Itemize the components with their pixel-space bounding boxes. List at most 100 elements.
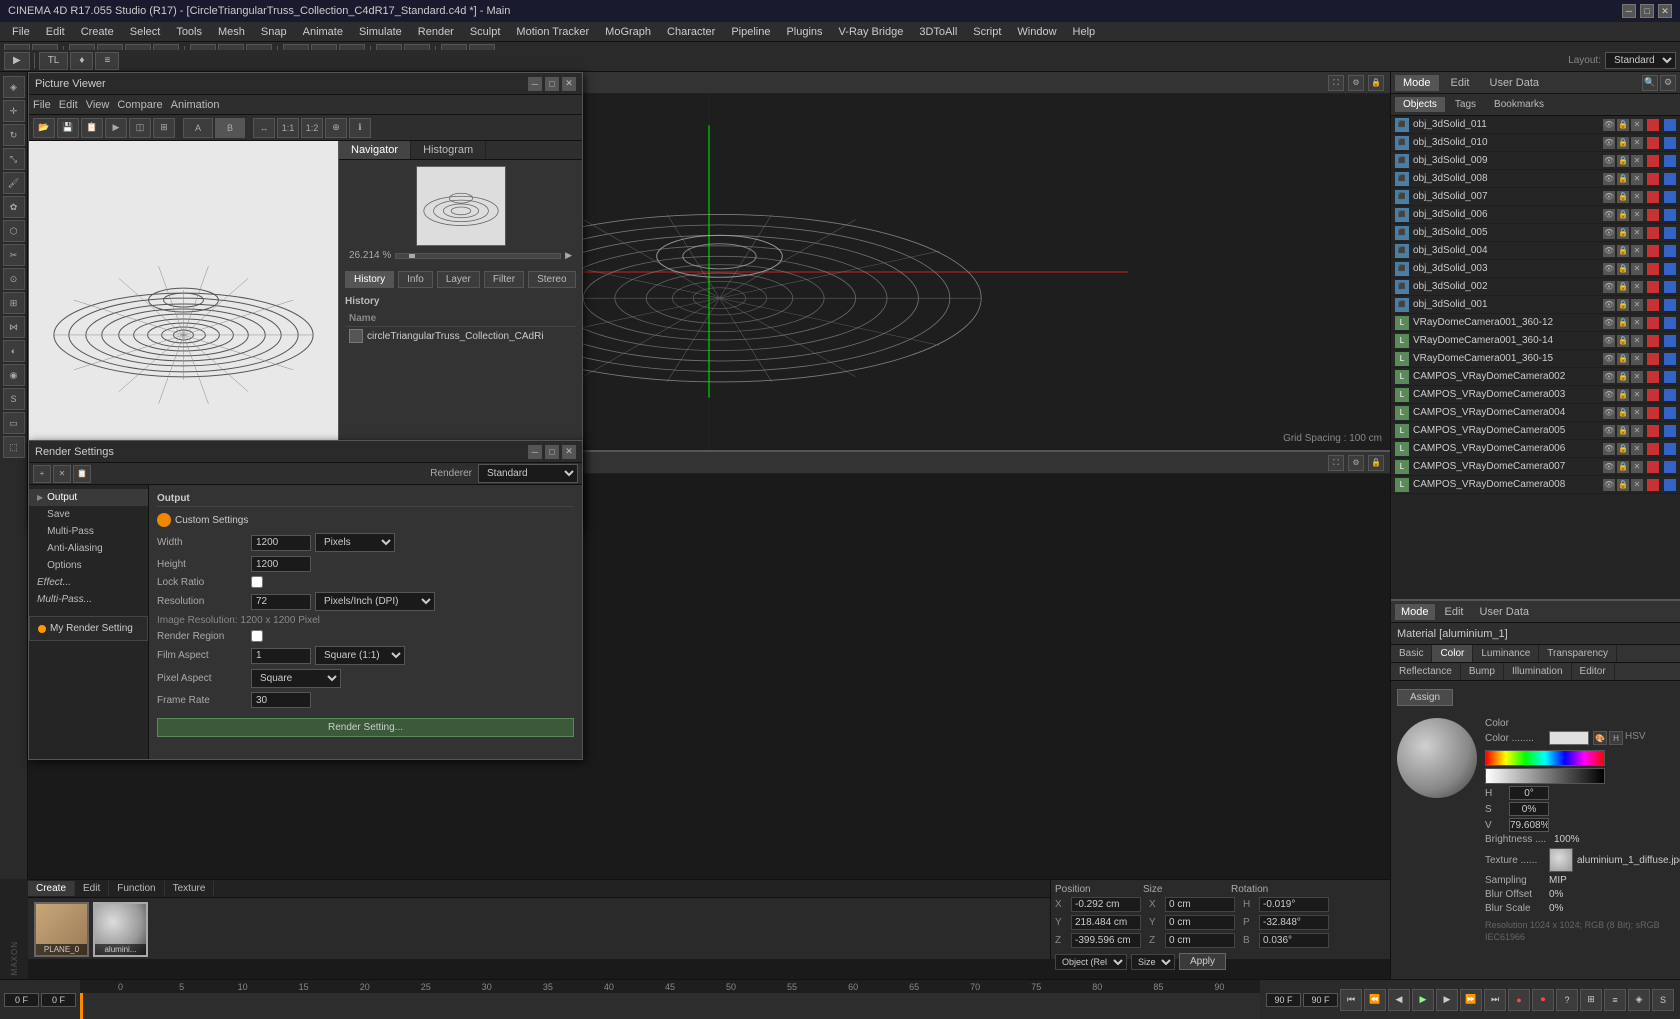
object-list-item[interactable]: ⬛obj_3dSolid_009👁🔒✕ bbox=[1391, 152, 1680, 170]
timeline-inner[interactable]: 051015202530354045505560657075808590 bbox=[80, 980, 1260, 1019]
poly-btn[interactable]: ⬡ bbox=[3, 220, 25, 242]
object-ctrl-btn[interactable]: ✕ bbox=[1631, 281, 1643, 293]
rs-res-input[interactable] bbox=[251, 594, 311, 610]
rs-rr-checkbox[interactable] bbox=[251, 630, 263, 642]
p-rot-input[interactable] bbox=[1259, 915, 1329, 930]
object-ctrl-btn[interactable]: 🔒 bbox=[1617, 389, 1629, 401]
menu-item-script[interactable]: Script bbox=[965, 22, 1009, 42]
color-spectrum[interactable] bbox=[1485, 750, 1605, 766]
timeline-btn[interactable]: TL bbox=[39, 52, 69, 70]
menu-item-render[interactable]: Render bbox=[410, 22, 462, 42]
keyframe-btn[interactable]: ♦ bbox=[70, 52, 93, 70]
h-rot-input[interactable] bbox=[1259, 897, 1329, 912]
rs-multipass-item[interactable]: ▶ Multi-Pass bbox=[29, 523, 148, 540]
object-ctrl-btn[interactable]: 🔒 bbox=[1617, 425, 1629, 437]
rs-multipass2-item[interactable]: Multi-Pass... bbox=[29, 591, 148, 608]
userdata-tab2[interactable]: User Data bbox=[1474, 604, 1536, 620]
object-list-item[interactable]: ⬛obj_3dSolid_006👁🔒✕ bbox=[1391, 206, 1680, 224]
object-ctrl-btn[interactable]: 👁 bbox=[1603, 317, 1615, 329]
object-list-item[interactable]: LCAMPOS_VRayDomeCamera008👁🔒✕ bbox=[1391, 476, 1680, 494]
script2-btn[interactable]: S bbox=[3, 388, 25, 410]
reflectance-tab[interactable]: Reflectance bbox=[1391, 663, 1461, 680]
pv-region-btn[interactable]: ⊞ bbox=[153, 118, 175, 138]
pv-open-btn[interactable]: 📂 bbox=[33, 118, 55, 138]
assign-button[interactable]: Assign bbox=[1397, 689, 1453, 706]
object-ctrl-btn[interactable]: 👁 bbox=[1603, 173, 1615, 185]
material2-btn[interactable]: ◉ bbox=[3, 364, 25, 386]
rs-copy-btn[interactable]: 📋 bbox=[73, 465, 91, 483]
magnet-btn[interactable]: ⊙ bbox=[3, 268, 25, 290]
object-ctrl-btn[interactable]: ✕ bbox=[1631, 173, 1643, 185]
object-list-item[interactable]: LCAMPOS_VRayDomeCamera002👁🔒✕ bbox=[1391, 368, 1680, 386]
pv-zoom100-btn[interactable]: 1:1 bbox=[277, 118, 299, 138]
object-ctrl-btn[interactable]: ✕ bbox=[1631, 263, 1643, 275]
material-thumb-plane[interactable]: PLANE_0 bbox=[34, 902, 89, 957]
user-data-tab[interactable]: User Data bbox=[1482, 75, 1548, 91]
color-picker-btn[interactable]: 🎨 bbox=[1593, 731, 1607, 745]
rs-film-type[interactable]: Square (1:1) bbox=[315, 646, 405, 665]
object-list-item[interactable]: LCAMPOS_VRayDomeCamera003👁🔒✕ bbox=[1391, 386, 1680, 404]
edit-tab[interactable]: Edit bbox=[1443, 75, 1478, 91]
menu-item-file[interactable]: File bbox=[4, 22, 38, 42]
pv-minimize-btn[interactable]: ─ bbox=[528, 77, 542, 91]
snap2-btn[interactable]: ⋈ bbox=[3, 316, 25, 338]
vp-fullscreen-btn[interactable]: ⛶ bbox=[1328, 75, 1344, 91]
render-setting-btn[interactable]: Render Setting... bbox=[157, 718, 574, 737]
object-ctrl-btn[interactable]: 🔒 bbox=[1617, 479, 1629, 491]
object-ctrl-btn[interactable]: 🔒 bbox=[1617, 407, 1629, 419]
object-ctrl-btn[interactable]: 🔒 bbox=[1617, 299, 1629, 311]
object-ctrl-btn[interactable]: 🔒 bbox=[1617, 461, 1629, 473]
color-hsv-btn[interactable]: H bbox=[1609, 731, 1623, 745]
pv-maximize-btn[interactable]: □ bbox=[545, 77, 559, 91]
rs-close-btn[interactable]: ✕ bbox=[562, 445, 576, 459]
pv-render-btn[interactable]: ▶ bbox=[105, 118, 127, 138]
mirror-btn[interactable]: ⊞ bbox=[3, 292, 25, 314]
select-tool-btn[interactable]: ◈ bbox=[3, 76, 25, 98]
rs-profile-item[interactable]: My Render Setting bbox=[34, 621, 143, 636]
pv-zoomhalf-btn[interactable]: 1:2 bbox=[301, 118, 323, 138]
object-ctrl-btn[interactable]: ✕ bbox=[1631, 353, 1643, 365]
material-thumb-aluminium[interactable]: alumini... bbox=[93, 902, 148, 957]
function-tab[interactable]: Function bbox=[109, 881, 164, 896]
object-ctrl-btn[interactable]: 🔒 bbox=[1617, 191, 1629, 203]
object-ctrl-btn[interactable]: 🔒 bbox=[1617, 137, 1629, 149]
track-btn[interactable]: ≡ bbox=[95, 52, 119, 70]
object-ctrl-btn[interactable]: 🔒 bbox=[1617, 173, 1629, 185]
move-tool-btn[interactable]: ✛ bbox=[3, 100, 25, 122]
object-list-item[interactable]: LCAMPOS_VRayDomeCamera005👁🔒✕ bbox=[1391, 422, 1680, 440]
snap3-btn[interactable]: ⊞ bbox=[1580, 989, 1602, 1011]
menu-item-animate[interactable]: Animate bbox=[295, 22, 351, 42]
vp-lock-btn[interactable]: 🔒 bbox=[1368, 75, 1384, 91]
object-ctrl-btn[interactable]: 🔒 bbox=[1617, 317, 1629, 329]
object-list-item[interactable]: ⬛obj_3dSolid_001👁🔒✕ bbox=[1391, 296, 1680, 314]
vp-settings-btn[interactable]: ⚙ bbox=[1348, 75, 1364, 91]
pv-animation-menu[interactable]: Animation bbox=[171, 99, 220, 111]
z-pos-input[interactable] bbox=[1071, 933, 1141, 948]
object-ctrl-btn[interactable]: 👁 bbox=[1603, 281, 1615, 293]
menu-item-select[interactable]: Select bbox=[122, 22, 169, 42]
mode-tab[interactable]: Mode bbox=[1395, 75, 1439, 91]
menu-item-snap[interactable]: Snap bbox=[253, 22, 295, 42]
menu-item-character[interactable]: Character bbox=[659, 22, 723, 42]
object-ctrl-btn[interactable]: ✕ bbox=[1631, 299, 1643, 311]
rs-delete-btn[interactable]: ✕ bbox=[53, 465, 71, 483]
object-ctrl-btn[interactable]: ✕ bbox=[1631, 461, 1643, 473]
object-list-item[interactable]: ⬛obj_3dSolid_002👁🔒✕ bbox=[1391, 278, 1680, 296]
rs-fr-input[interactable] bbox=[251, 692, 311, 708]
autokey-btn[interactable]: ⏺ bbox=[1532, 989, 1554, 1011]
object-ctrl-btn[interactable]: 🔒 bbox=[1617, 335, 1629, 347]
rs-options-item[interactable]: ▶ Options bbox=[29, 557, 148, 574]
navigator-tab[interactable]: Navigator bbox=[339, 141, 411, 159]
z-size-input[interactable] bbox=[1165, 933, 1235, 948]
minimize-btn[interactable]: ─ bbox=[1622, 4, 1636, 18]
object-ctrl-btn[interactable]: ✕ bbox=[1631, 119, 1643, 131]
object-ctrl-btn[interactable]: 🔒 bbox=[1617, 353, 1629, 365]
pv-edit-menu[interactable]: Edit bbox=[59, 99, 78, 111]
rs-output-item[interactable]: ▶ Output bbox=[29, 489, 148, 506]
object-ctrl-btn[interactable]: 👁 bbox=[1603, 263, 1615, 275]
frame-end-input[interactable] bbox=[41, 993, 76, 1007]
texture-tab[interactable]: Texture bbox=[165, 881, 215, 896]
menu-item-simulate[interactable]: Simulate bbox=[351, 22, 410, 42]
pv-zoom-right-btn[interactable]: ▶ bbox=[565, 250, 572, 261]
object-ctrl-btn[interactable]: ✕ bbox=[1631, 371, 1643, 383]
